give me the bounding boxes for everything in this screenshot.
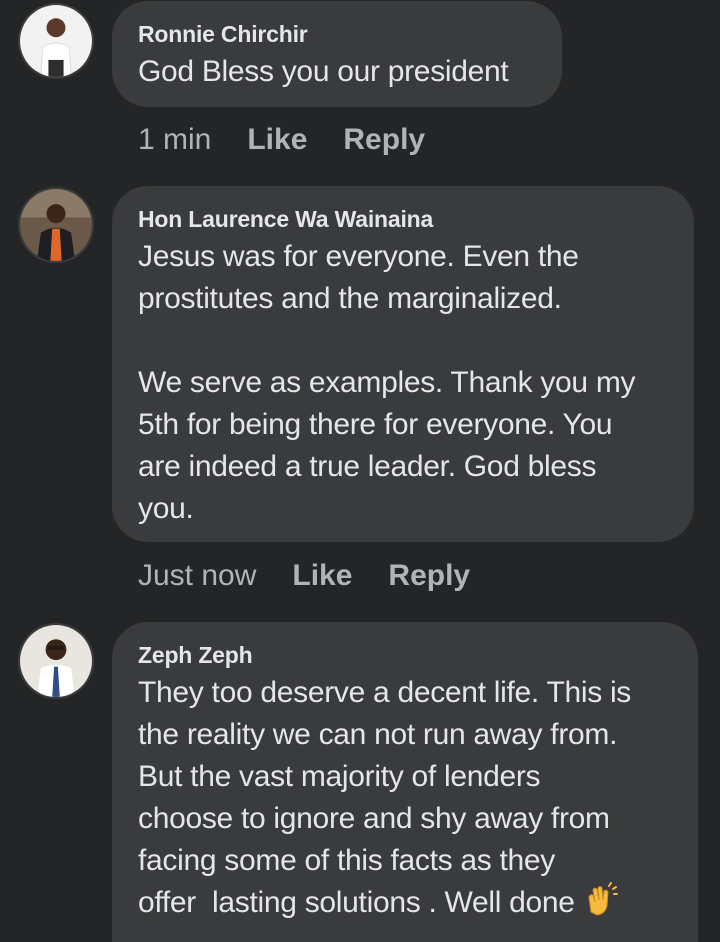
- comment-actions: 1 min Like Reply: [138, 122, 461, 158]
- avatar[interactable]: [18, 623, 94, 699]
- comment-bubble: Hon Laurence Wa Wainaina Jesus was for e…: [112, 186, 694, 542]
- comment-actions: Just now Like Reply: [138, 558, 506, 594]
- avatar[interactable]: [18, 3, 94, 79]
- comment-author[interactable]: Zeph Zeph: [138, 642, 672, 668]
- comment-author[interactable]: Hon Laurence Wa Wainaina: [138, 206, 668, 232]
- comment-text: Jesus was for everyone. Even the prostit…: [138, 240, 636, 525]
- clapping-hands-icon: [583, 882, 619, 918]
- comment-text: They too deserve a decent life. This is …: [138, 672, 672, 924]
- comment-text-body: They too deserve a decent life. This is …: [138, 676, 632, 919]
- person-white-shirt-avatar: [20, 5, 92, 77]
- like-button[interactable]: Like: [292, 558, 352, 594]
- like-button[interactable]: Like: [247, 122, 307, 158]
- comment-author[interactable]: Ronnie Chirchir: [138, 21, 536, 47]
- comment-timestamp[interactable]: 1 min: [138, 122, 211, 158]
- person-suit-avatar: [20, 625, 92, 697]
- avatar[interactable]: [18, 187, 94, 263]
- comment-text: God Bless you our president: [138, 55, 509, 88]
- reply-button[interactable]: Reply: [343, 122, 425, 158]
- comment-bubble: Ronnie Chirchir God Bless you our presid…: [112, 1, 562, 107]
- reply-button[interactable]: Reply: [388, 558, 470, 594]
- comment-bubble: Zeph Zeph They too deserve a decent life…: [112, 622, 698, 942]
- person-dark-jacket-avatar: [20, 189, 92, 261]
- comment-timestamp[interactable]: Just now: [138, 558, 256, 594]
